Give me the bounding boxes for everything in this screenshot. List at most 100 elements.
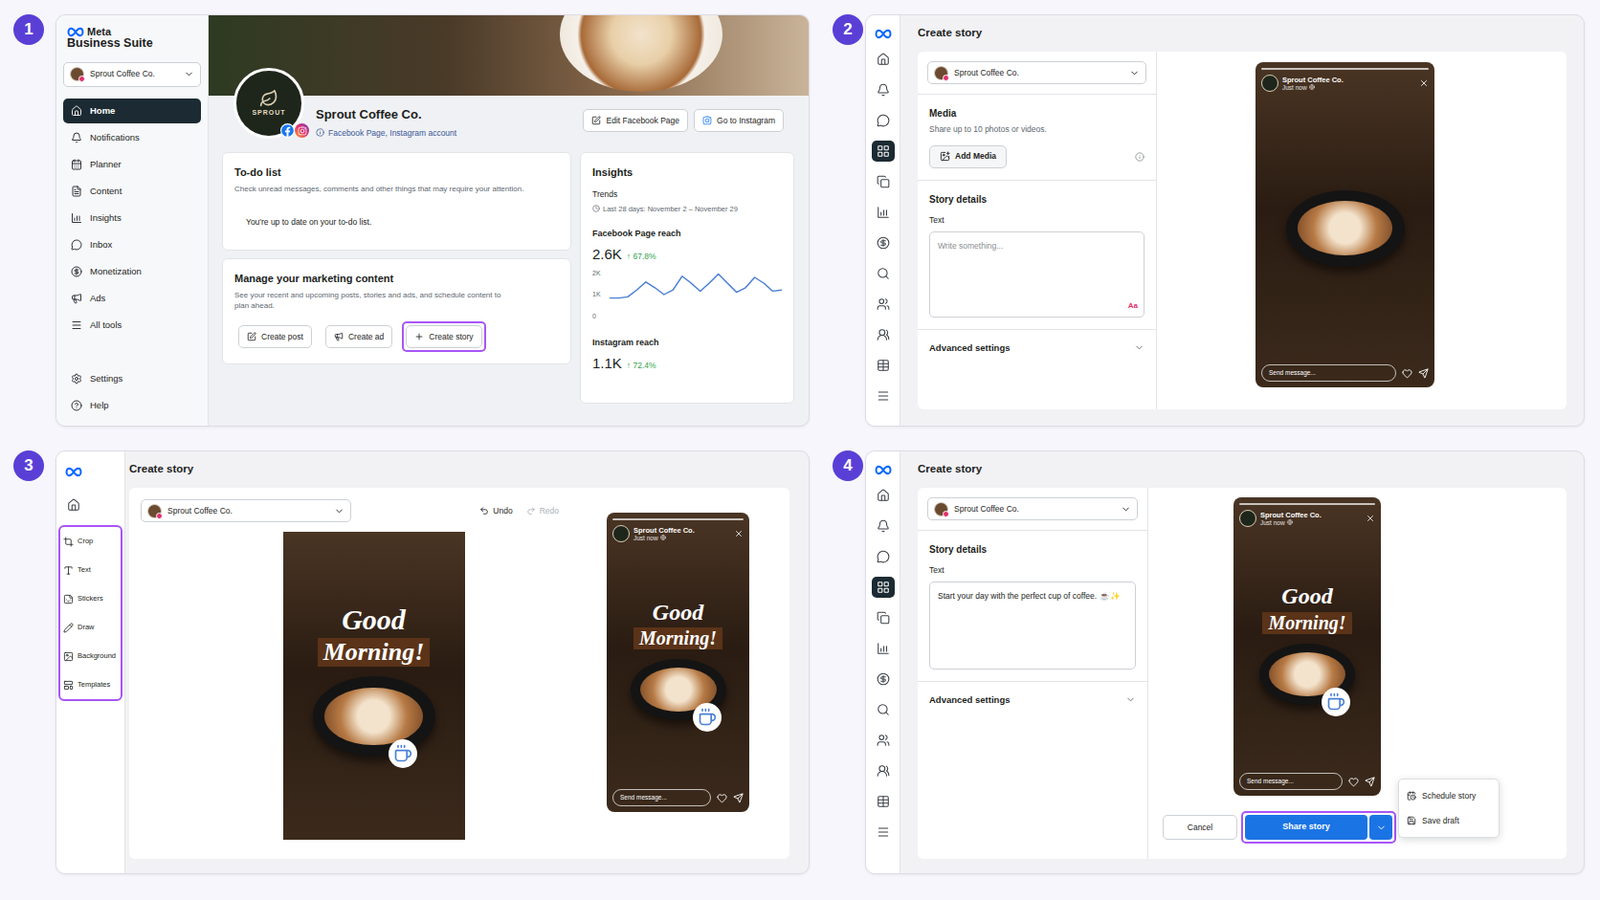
nav-item[interactable]: Content — [63, 178, 201, 204]
rail-button[interactable] — [871, 546, 895, 568]
advanced-settings[interactable]: Advanced settings — [917, 330, 1156, 367]
menu-icon — [876, 825, 890, 840]
details-section: Story detailsTextStart your day with the… — [917, 531, 1148, 683]
rail-button[interactable] — [871, 515, 895, 537]
add-media-button[interactable]: Add Media — [929, 145, 1007, 169]
account-select[interactable]: Sprout Coffee Co. — [140, 499, 352, 523]
text-icon — [63, 565, 74, 577]
heart-icon[interactable] — [1348, 777, 1359, 788]
facebook-badge — [280, 123, 295, 138]
story-preview: Sprout Coffee Co.Just nowGoodMorning!Sen… — [1233, 497, 1381, 797]
nav-item[interactable]: Monetization — [63, 259, 201, 285]
reply-field[interactable]: Send message... — [612, 789, 712, 807]
account-select[interactable]: Sprout Coffee Co. — [927, 497, 1138, 521]
rail-button[interactable] — [871, 140, 895, 162]
cancel-button[interactable]: Cancel — [1162, 815, 1238, 841]
rail-button[interactable] — [871, 48, 895, 70]
nav-item[interactable]: Ads — [63, 286, 201, 312]
nav-item[interactable]: Help — [63, 393, 201, 419]
rail-button[interactable] — [871, 110, 895, 132]
profile-button[interactable]: Go to Instagram — [693, 109, 784, 133]
rail-button[interactable] — [871, 699, 895, 721]
users-icon — [876, 297, 890, 312]
nav-item[interactable]: Planner — [63, 152, 201, 178]
overlay-line: Morning! — [1262, 612, 1352, 635]
rail-button[interactable] — [871, 485, 895, 507]
rail-button[interactable] — [871, 607, 895, 629]
share-button[interactable]: Share story — [1244, 815, 1368, 841]
leaf-icon — [259, 88, 279, 109]
rail-button[interactable] — [871, 385, 895, 407]
close-icon[interactable] — [1365, 513, 1376, 524]
info-icon[interactable] — [1134, 152, 1145, 162]
rail-button[interactable] — [871, 822, 895, 844]
tool-button[interactable]: Templates — [60, 676, 121, 694]
create-button[interactable]: Create ad — [325, 325, 393, 349]
nav-item[interactable]: Inbox — [63, 232, 201, 258]
menu-item[interactable]: Save draft — [1399, 808, 1499, 834]
reply-field[interactable]: Send message... — [1239, 773, 1343, 791]
rail-button[interactable] — [871, 171, 895, 193]
tool-button[interactable]: Text — [60, 561, 121, 579]
nav-item[interactable]: Settings — [63, 366, 201, 392]
close-icon[interactable] — [733, 529, 744, 539]
undo-button[interactable]: Undo — [479, 505, 512, 518]
rail-button[interactable] — [871, 355, 895, 377]
heart-icon[interactable] — [1401, 368, 1413, 379]
instagram-dot — [78, 75, 86, 83]
rail-button[interactable] — [871, 668, 895, 690]
rail-button[interactable] — [871, 760, 895, 782]
rail-button[interactable] — [871, 791, 895, 813]
menu-item[interactable]: Schedule story — [1399, 783, 1499, 809]
nav-item[interactable]: Insights — [63, 205, 201, 231]
tool-rail: Crop Text Stickers Draw Background Templates — [56, 451, 126, 874]
highlight-frame: Create story — [401, 321, 486, 353]
story-image — [1261, 91, 1429, 365]
send-icon[interactable] — [1364, 777, 1376, 788]
tool-button[interactable]: Stickers — [60, 590, 121, 608]
text-field[interactable]: Write something...Aa — [929, 231, 1145, 318]
home-icon — [876, 488, 890, 503]
redo-button[interactable]: Redo — [526, 505, 559, 518]
rail-button[interactable] — [871, 79, 895, 101]
profile-button[interactable]: Edit Facebook Page — [582, 109, 689, 133]
edit-canvas[interactable]: GoodMorning! — [283, 532, 466, 841]
rail-button[interactable] — [871, 201, 895, 223]
close-icon[interactable] — [1419, 78, 1429, 89]
tool-button[interactable]: Background — [60, 647, 121, 666]
rail-button[interactable] — [871, 577, 895, 599]
linked-accounts[interactable]: Facebook Page, Instagram account — [315, 127, 457, 140]
nav-item[interactable]: Notifications — [63, 125, 201, 151]
account-select[interactable]: Sprout Coffee Co. — [927, 61, 1147, 85]
share-options-button[interactable] — [1369, 815, 1393, 841]
story-progress — [1261, 67, 1429, 70]
home-icon[interactable] — [66, 498, 81, 512]
chart-icon — [876, 205, 890, 220]
account-select[interactable]: Sprout Coffee Co. — [63, 62, 201, 88]
advanced-settings[interactable]: Advanced settings — [917, 682, 1148, 719]
reply-field[interactable]: Send message... — [1261, 364, 1397, 382]
app-logo: MetaBusiness Suite — [63, 26, 201, 51]
tool-button[interactable]: Crop — [60, 533, 121, 551]
rail-button[interactable] — [871, 232, 895, 254]
post-icon — [246, 332, 257, 342]
rail-button[interactable] — [871, 293, 895, 315]
rail-button[interactable] — [871, 263, 895, 285]
text-field[interactable]: Start your day with the perfect cup of c… — [929, 581, 1136, 670]
rail-button[interactable] — [871, 638, 895, 660]
nav-item[interactable]: Home — [63, 98, 201, 124]
send-icon[interactable] — [1418, 368, 1429, 379]
insights-period: Last 28 days: November 2 – November 29 — [592, 203, 782, 215]
rail-button[interactable] — [871, 730, 895, 752]
heart-icon[interactable] — [716, 793, 728, 804]
preview-area: Sprout Coffee Co.Just nowGoodMorning!Sen… — [1148, 488, 1567, 860]
create-button[interactable]: Create story — [405, 325, 482, 349]
create-button[interactable]: Create post — [238, 325, 312, 349]
story-image: GoodMorning! — [612, 542, 744, 790]
rail-button[interactable] — [871, 324, 895, 346]
tool-button[interactable]: Draw — [60, 619, 121, 637]
send-icon[interactable] — [733, 793, 744, 804]
text-style-button[interactable]: Aa — [1128, 300, 1138, 312]
story-progress — [1239, 503, 1376, 506]
nav-item[interactable]: All tools — [63, 312, 201, 338]
